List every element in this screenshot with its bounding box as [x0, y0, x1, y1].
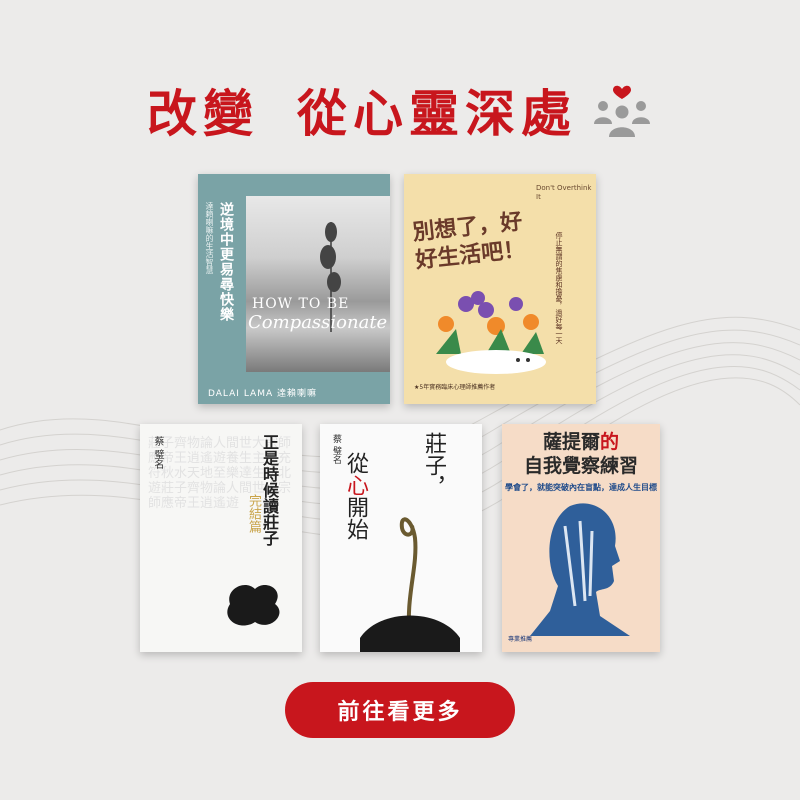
- book3-author: 蔡 璧名: [152, 436, 163, 470]
- book1-english-2: Compassionate: [248, 312, 388, 333]
- ink-splash: [227, 584, 280, 626]
- book1-english-1: HOW TO BE: [252, 296, 350, 312]
- book5-title-c: 自我覺察練習: [523, 455, 638, 477]
- book5-title: 薩提爾的 自我覺察練習: [502, 430, 660, 478]
- fern-illustration: [360, 517, 460, 652]
- book1-subtitle: 達賴喇嘛的生活智慧: [205, 202, 214, 274]
- people-heart-icon: [594, 85, 650, 137]
- book5-footer: 專業推薦: [508, 636, 533, 643]
- book1-author: DALAI LAMA 達賴喇嘛: [208, 389, 317, 399]
- book2-footer: ★5年實務臨床心理師推薦作者: [414, 384, 496, 391]
- book-cover-satir-self-awareness[interactable]: 薩提爾的 自我覺察練習 學會了，就能突破內在盲點，達成人生目標 專業推薦: [502, 424, 660, 652]
- book3-subtitle: 完結篇: [246, 494, 261, 533]
- view-more-button[interactable]: 前往看更多: [285, 682, 515, 738]
- book4-title-char-1: 從: [343, 452, 368, 474]
- book2-english-title: Don't Overthink It: [536, 184, 592, 201]
- book5-title-a: 薩提爾: [542, 431, 600, 453]
- headline-part2: 從心靈深處: [297, 85, 577, 143]
- flowers-illustration: [436, 291, 546, 374]
- book2-title: 別想了，好好生活吧！: [411, 209, 527, 274]
- book5-title-b: 的: [600, 431, 620, 453]
- book5-subtitle: 學會了，就能突破內在盲點，達成人生目標: [505, 483, 657, 492]
- book-cover-how-to-be-compassionate[interactable]: 達賴喇嘛的生活智慧 逆境中更易尋快樂 HOW TO BE Compassiona…: [198, 174, 390, 404]
- book1-title: 逆境中更易尋快樂: [218, 202, 234, 322]
- headline-part1: 改變: [147, 85, 259, 143]
- headline: 改變 從心靈深處: [0, 74, 800, 146]
- book-cover-zhuangzi-finale[interactable]: 莊子齊物論人間世大宗師應帝王逍遙遊養生主德充符秋水天地至樂達生知北遊莊子齊物論人…: [140, 424, 302, 652]
- book-cover-dont-overthink-it[interactable]: Don't Overthink It 別想了，好好生活吧！ 停止無謂的焦慮和擔憂…: [404, 174, 596, 404]
- book-cover-zhuangzi-from-heart[interactable]: 蔡 璧名 從心開始 莊子，: [320, 424, 482, 652]
- silhouette-illustration: [530, 503, 630, 636]
